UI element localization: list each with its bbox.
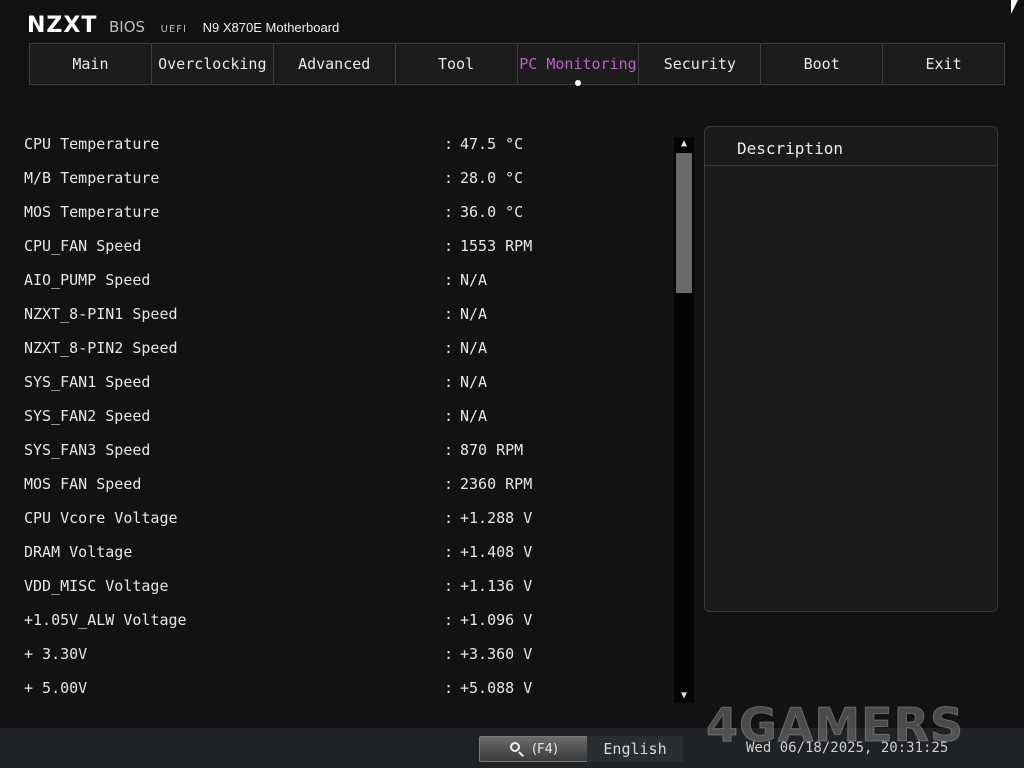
monitor-label: VDD_MISC Voltage — [24, 577, 169, 595]
monitor-value: N/A — [460, 407, 488, 425]
separator: : — [444, 203, 454, 221]
scroll-down-icon[interactable]: ▼ — [674, 689, 694, 703]
mouse-cursor-icon — [1011, 0, 1018, 14]
tab-tool[interactable]: Tool — [394, 43, 518, 85]
monitor-value: +3.360 V — [460, 645, 533, 663]
list-scrollbar[interactable]: ▲ ▼ — [674, 137, 694, 703]
monitor-row[interactable]: AIO_PUMP Speed: N/A — [24, 263, 664, 297]
monitor-row[interactable]: NZXT_8-PIN1 Speed: N/A — [24, 297, 664, 331]
monitor-row[interactable]: CPU Vcore Voltage: +1.288 V — [24, 501, 664, 535]
monitor-label: SYS_FAN1 Speed — [24, 373, 151, 391]
monitor-label: CPU_FAN Speed — [24, 237, 142, 255]
uefi-label: UEFI — [160, 24, 188, 35]
separator: : — [444, 441, 454, 459]
monitor-row[interactable]: + 5.00V: +5.088 V — [24, 671, 664, 705]
brand-header: NZXT BIOS UEFI N9 X870E Motherboard — [27, 13, 339, 39]
monitor-label: MOS FAN Speed — [24, 475, 142, 493]
monitor-label: MOS Temperature — [24, 203, 160, 221]
search-button[interactable]: (F4) — [479, 736, 589, 762]
monitor-value: +5.088 V — [460, 679, 533, 697]
monitor-row[interactable]: MOS Temperature:36.0 °C — [24, 195, 664, 229]
monitor-row[interactable]: CPU_FAN Speed:1553 RPM — [24, 229, 664, 263]
watermark: 4GAMERS — [705, 698, 965, 753]
separator: : — [444, 237, 454, 255]
monitor-row[interactable]: +1.05V_ALW Voltage: +1.096 V — [24, 603, 664, 637]
monitor-value: 1553 RPM — [460, 237, 533, 255]
monitor-label: +1.05V_ALW Voltage — [24, 611, 187, 629]
monitor-value: 870 RPM — [460, 441, 524, 459]
nzxt-logo: NZXT — [27, 13, 98, 38]
tab-security[interactable]: Security — [638, 43, 762, 85]
bios-label: BIOS — [108, 18, 146, 36]
monitor-value: N/A — [460, 271, 488, 289]
monitor-label: NZXT_8-PIN2 Speed — [24, 339, 178, 357]
separator: : — [444, 135, 454, 153]
monitor-value: +1.136 V — [460, 577, 533, 595]
monitor-label: + 3.30V — [24, 645, 88, 663]
separator: : — [444, 407, 454, 425]
monitor-row[interactable]: NZXT_8-PIN2 Speed: N/A — [24, 331, 664, 365]
search-shortcut-label: (F4) — [532, 741, 558, 757]
tab-exit[interactable]: Exit — [882, 43, 1005, 85]
monitor-label: DRAM Voltage — [24, 543, 133, 561]
monitor-label: SYS_FAN2 Speed — [24, 407, 151, 425]
main-tab-bar: Main Overclocking Advanced Tool PC Monitorin… — [29, 43, 1005, 86]
tab-boot[interactable]: Boot — [760, 43, 884, 85]
monitor-label: CPU Temperature — [24, 135, 160, 153]
monitor-row[interactable]: SYS_FAN2 Speed: N/A — [24, 399, 664, 433]
tab-overclocking[interactable]: Overclocking — [150, 43, 274, 85]
monitor-value: N/A — [460, 305, 488, 323]
monitor-value: +1.408 V — [460, 543, 533, 561]
separator: : — [444, 169, 454, 187]
tab-pc-monitoring[interactable]: PC Monitoring — [516, 43, 640, 86]
separator: : — [444, 373, 454, 391]
monitor-row[interactable]: M/B Temperature:28.0 °C — [24, 161, 664, 195]
separator: : — [444, 679, 454, 697]
monitor-row[interactable]: CPU Temperature:47.5 °C — [24, 127, 664, 161]
monitor-row[interactable]: SYS_FAN1 Speed: N/A — [24, 365, 664, 399]
separator: : — [444, 475, 454, 493]
monitoring-list: CPU Temperature:47.5 °C M/B Temperature:2… — [24, 127, 664, 705]
motherboard-model: N9 X870E Motherboard — [202, 20, 340, 35]
monitor-row[interactable]: DRAM Voltage: +1.408 V — [24, 535, 664, 569]
monitor-value: 47.5 °C — [460, 135, 524, 153]
monitor-label: + 5.00V — [24, 679, 88, 697]
monitor-label: AIO_PUMP Speed — [24, 271, 151, 289]
description-title: Description — [705, 127, 997, 166]
separator: : — [444, 577, 454, 595]
monitor-value: +1.096 V — [460, 611, 533, 629]
monitor-value: N/A — [460, 373, 488, 391]
tab-advanced[interactable]: Advanced — [272, 43, 396, 85]
separator: : — [444, 305, 454, 323]
monitor-value: 28.0 °C — [460, 169, 524, 187]
monitor-row[interactable]: MOS FAN Speed:2360 RPM — [24, 467, 664, 501]
monitor-label: SYS_FAN3 Speed — [24, 441, 151, 459]
monitor-value: +1.288 V — [460, 509, 533, 527]
monitor-value: 36.0 °C — [460, 203, 524, 221]
scroll-up-icon[interactable]: ▲ — [674, 137, 694, 151]
monitor-label: M/B Temperature — [24, 169, 160, 187]
monitor-value: 2360 RPM — [460, 475, 533, 493]
monitor-row[interactable]: + 3.30V: +3.360 V — [24, 637, 664, 671]
monitor-label: CPU Vcore Voltage — [24, 509, 178, 527]
separator: : — [444, 509, 454, 527]
separator: : — [444, 271, 454, 289]
tab-main[interactable]: Main — [29, 43, 152, 85]
separator: : — [444, 611, 454, 629]
magnifier-icon — [510, 742, 524, 757]
separator: : — [444, 339, 454, 357]
monitor-row[interactable]: SYS_FAN3 Speed:870 RPM — [24, 433, 664, 467]
separator: : — [444, 543, 454, 561]
description-panel: Description — [704, 126, 998, 612]
language-button[interactable]: English — [587, 736, 683, 762]
monitor-value: N/A — [460, 339, 488, 357]
monitor-label: NZXT_8-PIN1 Speed — [24, 305, 178, 323]
scrollbar-thumb[interactable] — [676, 153, 692, 293]
separator: : — [444, 645, 454, 663]
monitor-row[interactable]: VDD_MISC Voltage: +1.136 V — [24, 569, 664, 603]
